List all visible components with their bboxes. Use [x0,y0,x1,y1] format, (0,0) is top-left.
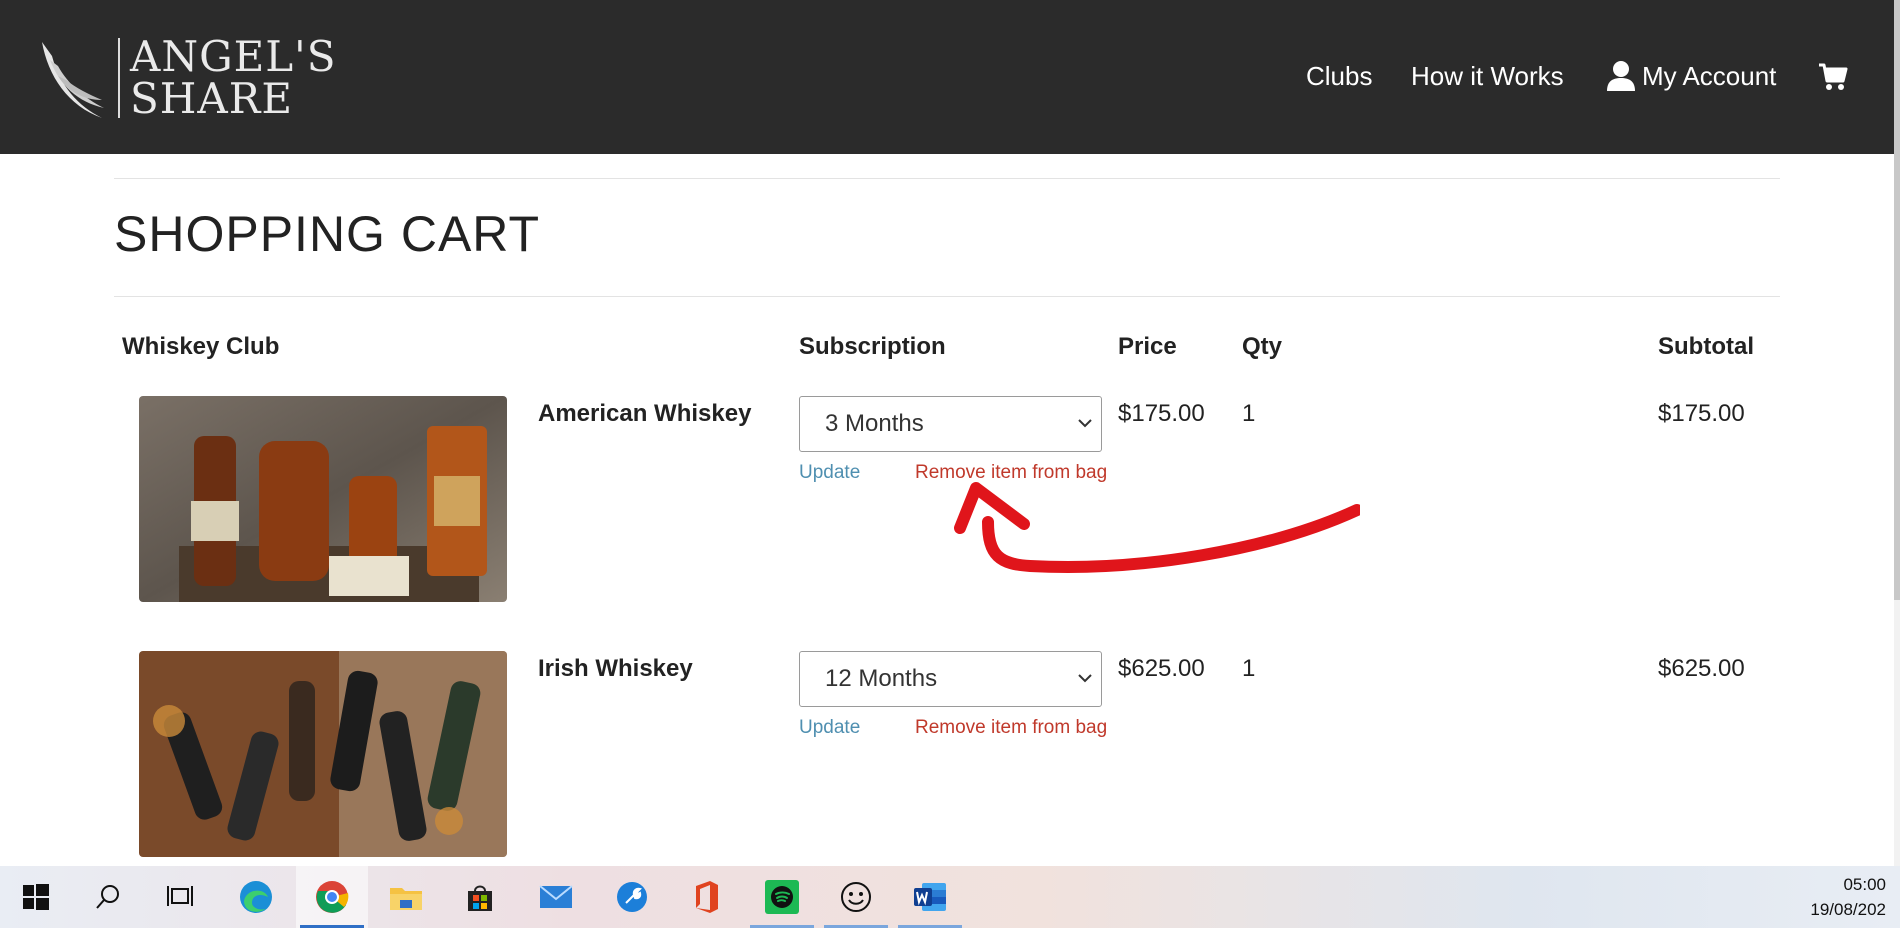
qty-value: 1 [1242,400,1256,427]
qty-value: 1 [1242,655,1256,682]
settings-tool-icon [617,882,647,912]
divider-top [114,178,1780,179]
remove-item-link[interactable]: Remove item from bag [915,717,1107,739]
emoji-app-icon [841,882,871,912]
logo-wordmark-line2: SHARE [130,74,294,123]
office-button[interactable] [670,866,742,928]
my-account-label: My Account [1642,61,1777,91]
start-button[interactable] [0,866,72,928]
store-button[interactable] [444,866,516,928]
file-explorer-icon [390,888,422,910]
search-icon [96,885,119,909]
task-view-icon [167,886,193,906]
price-value: $625.00 [1118,655,1205,682]
scrollbar-thumb[interactable] [1894,0,1900,600]
angel-wing-icon [42,42,104,118]
windows-taskbar [0,866,1900,928]
subscription-select-value: 12 Months [825,665,938,692]
header-price: Price [1118,333,1177,360]
subtotal-value: $175.00 [1658,400,1745,427]
edge-icon [240,881,272,913]
product-name: Irish Whiskey [538,655,693,682]
office-icon [696,881,718,913]
chrome-icon [316,881,349,913]
subscription-select[interactable]: 3 Months [799,396,1102,452]
american-whiskey-image[interactable] [139,396,507,602]
spotify-icon [765,880,799,914]
subtotal-value: $625.00 [1658,655,1745,682]
irish-whiskey-image[interactable] [139,651,507,857]
word-button[interactable] [894,866,966,928]
site-header: ANGEL'S SHARE Clubs How it Works My Acco… [0,0,1894,154]
page-title: SHOPPING CART [114,206,541,262]
price-value: $175.00 [1118,400,1205,427]
nav-link-how-it-works[interactable]: How it Works [1411,60,1564,92]
start-icon [23,884,49,910]
task-view-button[interactable] [144,866,216,928]
divider-title [114,296,1780,297]
subscription-select[interactable]: 12 Months [799,651,1102,707]
chevron-down-icon [1078,674,1092,683]
logo-wordmark-line1: ANGEL'S [130,32,337,81]
header-whiskey-club: Whiskey Club [122,333,280,360]
chrome-button[interactable] [296,866,368,928]
header-subtotal: Subtotal [1658,333,1754,360]
spotify-button[interactable] [746,866,818,928]
header-qty: Qty [1242,333,1283,360]
emoji-app-button[interactable] [820,866,892,928]
header-subscription: Subscription [799,333,946,360]
taskbar-clock[interactable]: 05:00 19/08/202 [1810,872,1886,922]
search-button[interactable] [72,866,144,928]
angels-share-logo[interactable]: ANGEL'S SHARE [38,34,336,124]
logo-divider [118,38,120,118]
word-icon [914,883,946,911]
nav-link-clubs[interactable]: Clubs [1306,60,1372,92]
user-icon [1607,61,1635,91]
file-explorer-button[interactable] [370,866,442,928]
update-link[interactable]: Update [799,717,860,739]
nav-link-my-account[interactable]: My Account [1606,60,1776,92]
clock-date: 19/08/202 [1810,900,1886,919]
store-icon [468,885,492,911]
mail-icon [539,885,573,908]
subscription-select-value: 3 Months [825,410,924,437]
chevron-down-icon [1078,419,1092,428]
update-link[interactable]: Update [799,462,860,484]
clock-time: 05:00 [1843,875,1886,894]
settings-tool-button[interactable] [596,866,668,928]
edge-button[interactable] [220,866,292,928]
mail-button[interactable] [520,866,592,928]
red-annotation-arrow [954,482,1360,573]
product-name: American Whiskey [538,400,752,427]
shopping-cart-icon[interactable] [1818,62,1848,92]
